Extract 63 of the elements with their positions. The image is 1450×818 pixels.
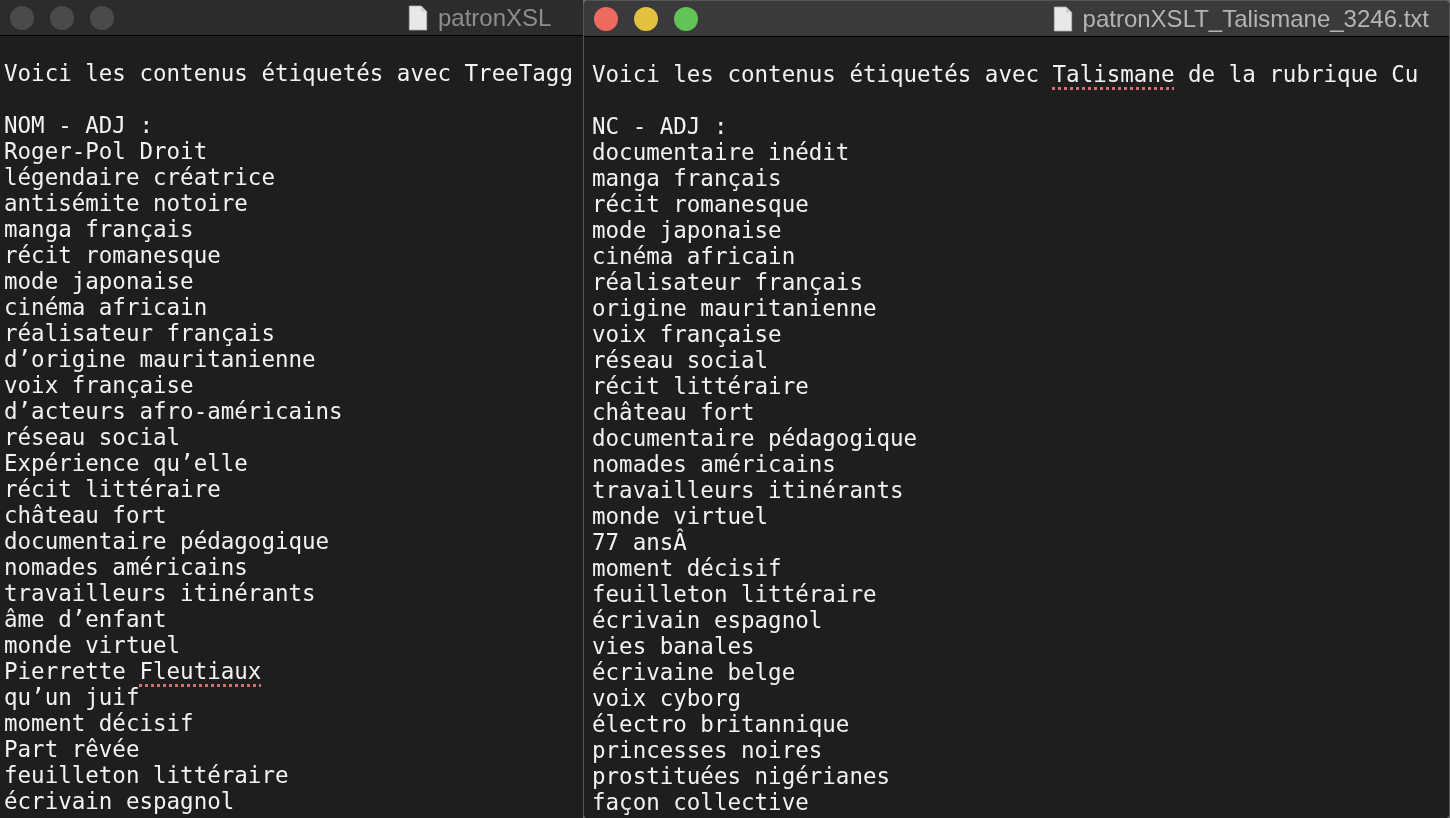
text-line: feuilleton littéraire <box>592 581 877 607</box>
text-line: documentaire pédagogique <box>592 425 918 451</box>
text-line: façon collective <box>592 789 809 815</box>
text-line: récit romanesque <box>592 191 809 217</box>
text-line: travailleurs itinérants <box>592 477 904 503</box>
text-line: vies banales <box>592 633 755 659</box>
text-line: cinéma africain <box>592 243 796 269</box>
text-line: d’acteurs afro-américains <box>4 398 343 424</box>
text-line: voix française <box>592 321 782 347</box>
text-line: monde virtuel <box>4 632 181 658</box>
text-line: travailleurs itinérants <box>4 580 316 606</box>
text-line: 77 ansÂ <box>592 529 687 555</box>
text-line: monde virtuel <box>592 503 769 529</box>
text-line: d’origine mauritanienne <box>4 346 316 372</box>
text-line: moment décisif <box>592 555 782 581</box>
text-line: NOM - ADJ : <box>4 112 153 138</box>
text-line: Voici les contenus étiquetés avec Talismane de la rubrique Cu <box>592 61 1419 87</box>
text-line: voix française <box>4 372 194 398</box>
text-line: feuilleton littéraire <box>4 762 289 788</box>
text-line: qu’un juif <box>4 684 140 710</box>
text-line: écrivain espagnol <box>592 607 823 633</box>
text-line: voix cyborg <box>592 685 741 711</box>
text-line: écrivain espagnol <box>4 788 235 814</box>
text-line: moment décisif <box>4 710 194 736</box>
text-line: château fort <box>4 502 167 528</box>
text-line: origine mauritanienne <box>592 295 877 321</box>
text-line: légendaire créatrice <box>4 164 275 190</box>
text-line: NC - ADJ : <box>592 113 728 139</box>
text-line: Part rêvée <box>4 736 140 762</box>
text-line: écrivaine belge <box>592 659 796 685</box>
zoom-button[interactable] <box>674 6 698 31</box>
text-line: documentaire inédit <box>592 139 850 165</box>
minimize-button[interactable] <box>634 6 658 31</box>
text-line: Expérience qu’elle <box>4 450 248 476</box>
document-icon <box>408 4 428 31</box>
document-icon <box>1052 5 1073 32</box>
text-line: mode japonaise <box>592 217 782 243</box>
text-line: documentaire pédagogique <box>4 528 330 554</box>
text-line: nomades américains <box>4 554 248 580</box>
text-line: réalisateur français <box>592 269 863 295</box>
close-button[interactable] <box>594 6 618 31</box>
text-line: réseau social <box>592 347 769 373</box>
text-line: récit littéraire <box>4 476 221 502</box>
text-line: cinéma africain <box>4 294 208 320</box>
window-title: patronXSLT_Talismane_3246.txt <box>1082 4 1429 33</box>
text-line: mode japonaise <box>4 268 194 294</box>
text-line: Pierrette Fleutiaux <box>4 658 262 684</box>
text-line: nomades américains <box>592 451 836 477</box>
text-line: prostituées nigérianes <box>592 763 890 789</box>
text-line: manga français <box>592 165 782 191</box>
text-line: antisémite notoire <box>4 190 248 216</box>
text-line: âme d’enfant <box>4 606 167 632</box>
text-line: Roger-Pol Droit <box>4 138 208 164</box>
text-line: château fort <box>592 399 755 425</box>
text-line: manga français <box>4 216 194 242</box>
window-title: patronXSL <box>438 3 552 32</box>
text-line: récit romanesque <box>4 242 221 268</box>
text-line: récit littéraire <box>592 373 809 399</box>
text-line: Voici les contenus étiquetés avec TreeTagg <box>4 60 573 86</box>
text-line: réalisateur français <box>4 320 275 346</box>
text-line: réseau social <box>4 424 181 450</box>
text-line: princesses noires <box>592 737 823 763</box>
text-line: électro britannique <box>592 711 850 737</box>
